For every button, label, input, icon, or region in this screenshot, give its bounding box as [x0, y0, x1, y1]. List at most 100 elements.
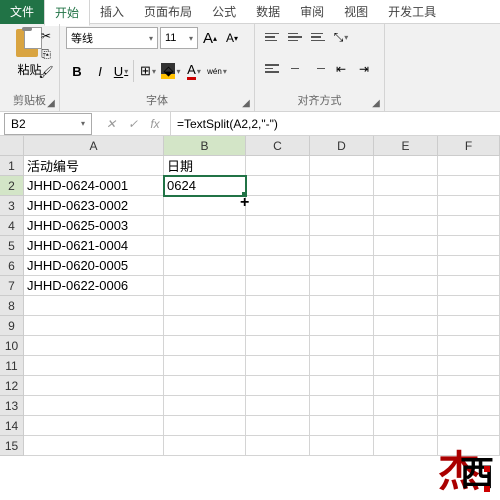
- underline-button[interactable]: U▾: [112, 60, 134, 82]
- cell-E15[interactable]: [374, 436, 438, 456]
- cell-B14[interactable]: [164, 416, 246, 436]
- align-middle-icon[interactable]: [284, 27, 306, 47]
- cell-A14[interactable]: [24, 416, 164, 436]
- tab-home[interactable]: 开始: [44, 0, 90, 26]
- row-header[interactable]: 11: [0, 356, 24, 376]
- cell-F13[interactable]: [438, 396, 500, 416]
- cell-F14[interactable]: [438, 416, 500, 436]
- cell-B4[interactable]: [164, 216, 246, 236]
- cell-E3[interactable]: [374, 196, 438, 216]
- cell-D2[interactable]: [310, 176, 374, 196]
- cell-E2[interactable]: [374, 176, 438, 196]
- cell-C1[interactable]: [246, 156, 310, 176]
- cell-D15[interactable]: [310, 436, 374, 456]
- col-header-D[interactable]: D: [310, 136, 374, 156]
- cell-A5[interactable]: JHHD-0621-0004: [24, 236, 164, 256]
- cell-A4[interactable]: JHHD-0625-0003: [24, 216, 164, 236]
- cell-D5[interactable]: [310, 236, 374, 256]
- col-header-F[interactable]: F: [438, 136, 500, 156]
- cell-A12[interactable]: [24, 376, 164, 396]
- tab-data[interactable]: 数据: [246, 0, 290, 24]
- align-bottom-icon[interactable]: [307, 27, 329, 47]
- cell-E13[interactable]: [374, 396, 438, 416]
- fill-handle[interactable]: [242, 192, 246, 196]
- cell-C8[interactable]: [246, 296, 310, 316]
- font-size-select[interactable]: 11▾: [160, 27, 198, 49]
- cell-F10[interactable]: [438, 336, 500, 356]
- row-header[interactable]: 3: [0, 196, 24, 216]
- phonetic-button[interactable]: wén▾: [206, 60, 228, 82]
- cell-A11[interactable]: [24, 356, 164, 376]
- select-all-corner[interactable]: [0, 136, 24, 156]
- cell-E1[interactable]: [374, 156, 438, 176]
- cell-F8[interactable]: [438, 296, 500, 316]
- cell-A15[interactable]: [24, 436, 164, 456]
- cell-D1[interactable]: [310, 156, 374, 176]
- cancel-formula-icon[interactable]: ✕: [102, 117, 120, 131]
- cell-D9[interactable]: [310, 316, 374, 336]
- align-left-icon[interactable]: [261, 59, 283, 79]
- cell-C7[interactable]: [246, 276, 310, 296]
- cell-C5[interactable]: [246, 236, 310, 256]
- decrease-indent-icon[interactable]: ⇤: [330, 59, 352, 79]
- col-header-B[interactable]: B: [164, 136, 246, 156]
- fx-icon[interactable]: fx: [146, 117, 164, 131]
- row-header[interactable]: 13: [0, 396, 24, 416]
- cell-B15[interactable]: [164, 436, 246, 456]
- cell-C14[interactable]: [246, 416, 310, 436]
- cell-E9[interactable]: [374, 316, 438, 336]
- font-name-select[interactable]: 等线▾: [66, 27, 158, 49]
- clipboard-expand-icon[interactable]: ◢: [45, 97, 57, 109]
- col-header-E[interactable]: E: [374, 136, 438, 156]
- cell-B12[interactable]: [164, 376, 246, 396]
- row-header[interactable]: 5: [0, 236, 24, 256]
- cell-B3[interactable]: [164, 196, 246, 216]
- row-header[interactable]: 10: [0, 336, 24, 356]
- tab-dev[interactable]: 开发工具: [378, 0, 446, 24]
- cell-C6[interactable]: [246, 256, 310, 276]
- tab-view[interactable]: 视图: [334, 0, 378, 24]
- cell-C12[interactable]: [246, 376, 310, 396]
- cell-E11[interactable]: [374, 356, 438, 376]
- cell-A1[interactable]: 活动编号: [24, 156, 164, 176]
- cell-F5[interactable]: [438, 236, 500, 256]
- font-color-button[interactable]: A▾: [183, 60, 205, 82]
- cell-B11[interactable]: [164, 356, 246, 376]
- row-header[interactable]: 2: [0, 176, 24, 196]
- cut-icon[interactable]: ✂: [38, 28, 54, 44]
- cell-F12[interactable]: [438, 376, 500, 396]
- decrease-font-icon[interactable]: A▾: [222, 27, 242, 49]
- cell-C4[interactable]: [246, 216, 310, 236]
- align-top-icon[interactable]: [261, 27, 283, 47]
- cell-E4[interactable]: [374, 216, 438, 236]
- row-header[interactable]: 1: [0, 156, 24, 176]
- cell-E10[interactable]: [374, 336, 438, 356]
- align-right-icon[interactable]: [307, 59, 329, 79]
- cell-D11[interactable]: [310, 356, 374, 376]
- cell-E5[interactable]: [374, 236, 438, 256]
- cell-F3[interactable]: [438, 196, 500, 216]
- row-header[interactable]: 12: [0, 376, 24, 396]
- tab-file[interactable]: 文件: [0, 0, 44, 24]
- row-header[interactable]: 7: [0, 276, 24, 296]
- cell-B1[interactable]: 日期: [164, 156, 246, 176]
- cell-D6[interactable]: [310, 256, 374, 276]
- row-header[interactable]: 9: [0, 316, 24, 336]
- increase-font-icon[interactable]: A▴: [200, 27, 220, 49]
- formula-input[interactable]: =TextSplit(A2,2,"-"): [170, 112, 500, 135]
- enter-formula-icon[interactable]: ✓: [124, 117, 142, 131]
- cell-A9[interactable]: [24, 316, 164, 336]
- cell-A7[interactable]: JHHD-0622-0006: [24, 276, 164, 296]
- alignment-expand-icon[interactable]: ◢: [370, 97, 382, 109]
- cell-E7[interactable]: [374, 276, 438, 296]
- cell-B2[interactable]: 0624: [164, 176, 246, 196]
- cell-C9[interactable]: [246, 316, 310, 336]
- name-box[interactable]: B2▾: [4, 113, 92, 135]
- cell-D3[interactable]: [310, 196, 374, 216]
- row-header[interactable]: 4: [0, 216, 24, 236]
- row-header[interactable]: 8: [0, 296, 24, 316]
- increase-indent-icon[interactable]: ⇥: [353, 59, 375, 79]
- border-button[interactable]: ⊞▾: [137, 60, 159, 82]
- cell-B6[interactable]: [164, 256, 246, 276]
- cell-C11[interactable]: [246, 356, 310, 376]
